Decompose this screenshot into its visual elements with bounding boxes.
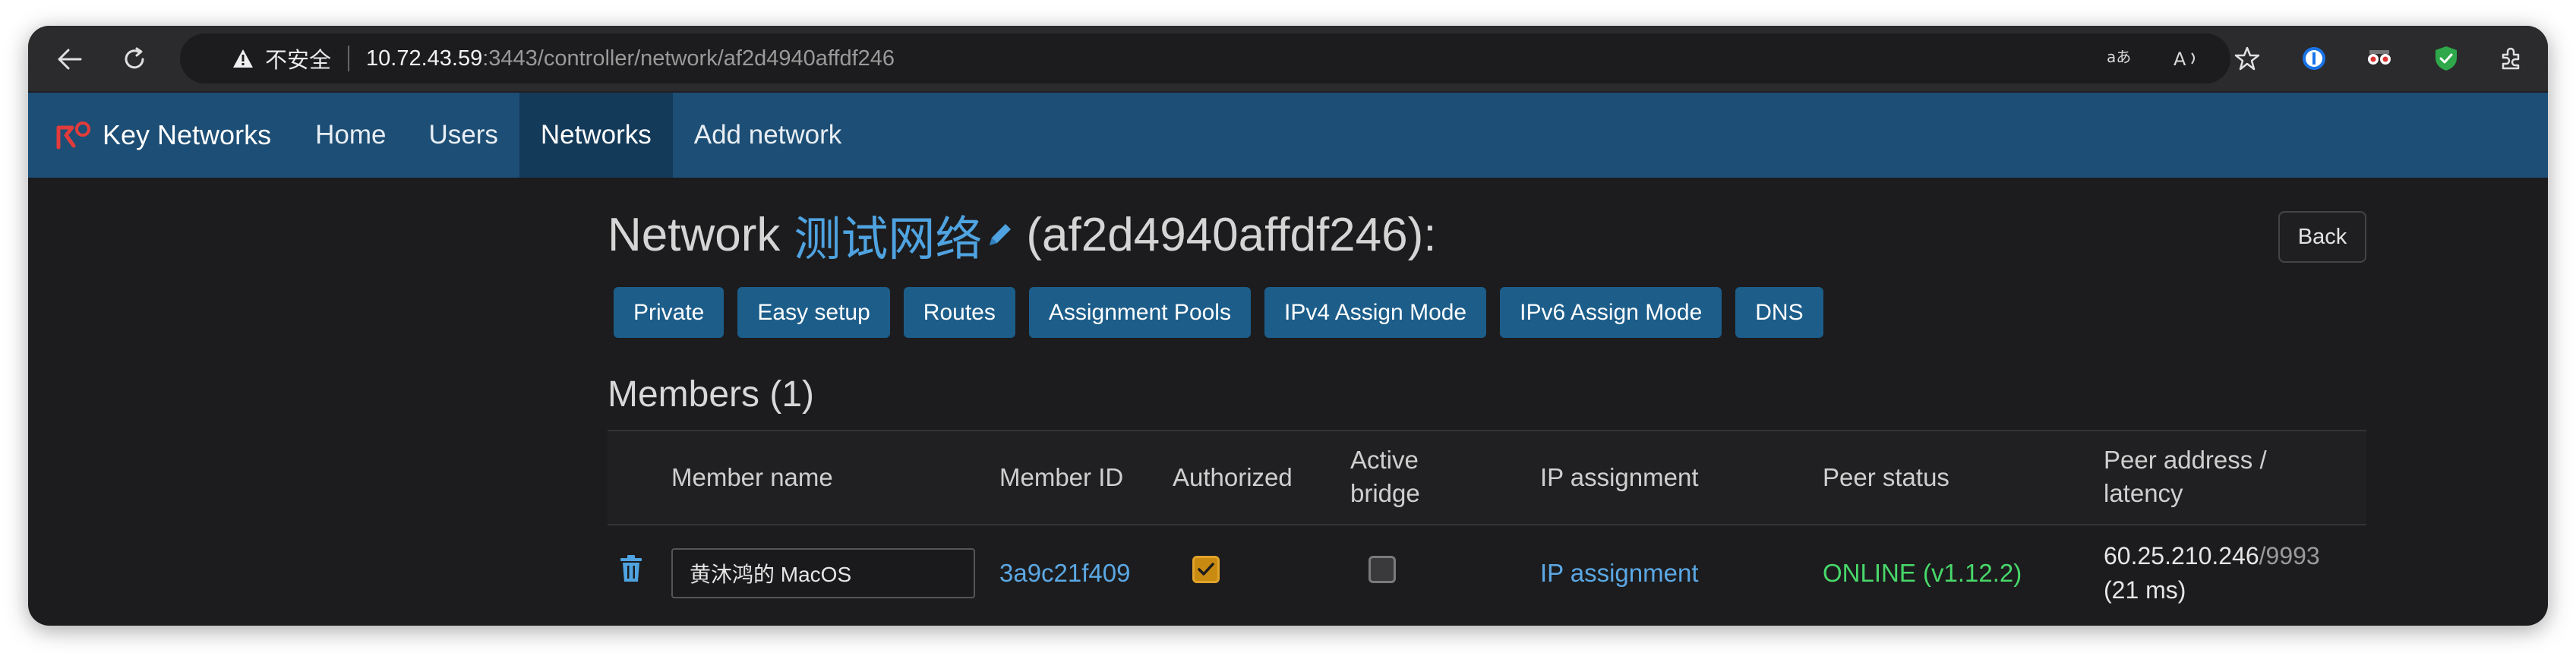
brand-logo-icon bbox=[56, 121, 90, 150]
browser-window: 不安全 10.72.43.59 :3443/controller/network… bbox=[28, 26, 2548, 626]
title-prefix: Network bbox=[608, 208, 781, 261]
nav-home[interactable]: Home bbox=[294, 93, 407, 178]
read-aloud-icon[interactable]: A bbox=[2170, 42, 2203, 75]
peer-port: /9993 bbox=[2259, 542, 2320, 569]
back-arrow-icon[interactable] bbox=[52, 43, 86, 76]
ip-assignment-link[interactable]: IP assignment bbox=[1540, 559, 1699, 588]
peer-address: 60.25.210.246/9993 (21 ms) bbox=[2104, 539, 2320, 607]
easy-setup-button[interactable]: Easy setup bbox=[737, 287, 890, 338]
extension-icon[interactable] bbox=[2363, 42, 2396, 75]
shield-icon[interactable] bbox=[2429, 42, 2463, 75]
header-peer-address-line1: Peer address / bbox=[2104, 446, 2267, 474]
svg-text:aあ: aあ bbox=[2107, 48, 2131, 66]
members-heading: Members (1) bbox=[608, 374, 815, 415]
header-active-bridge: Active bridge bbox=[1350, 443, 1420, 510]
brand-name[interactable]: Key Networks bbox=[103, 119, 271, 151]
url-host[interactable]: 10.72.43.59 bbox=[366, 46, 482, 71]
insecure-label[interactable]: 不安全 bbox=[265, 43, 331, 74]
nav-add-network[interactable]: Add network bbox=[673, 93, 863, 178]
member-name-input[interactable]: 黄沐鸿的 MacOS bbox=[671, 548, 975, 598]
puzzle-icon[interactable] bbox=[2495, 42, 2528, 75]
star-icon[interactable] bbox=[2230, 42, 2264, 75]
onepassword-icon[interactable] bbox=[2297, 42, 2331, 75]
assignment-pools-button[interactable]: Assignment Pools bbox=[1028, 287, 1251, 338]
ipv6-assign-mode-button[interactable]: IPv6 Assign Mode bbox=[1500, 287, 1722, 338]
reload-icon[interactable] bbox=[118, 43, 151, 76]
ipv4-assign-mode-button[interactable]: IPv4 Assign Mode bbox=[1264, 287, 1487, 338]
routes-button[interactable]: Routes bbox=[903, 287, 1015, 338]
member-id-link[interactable]: 3a9c21f409 bbox=[999, 559, 1131, 588]
network-actions: Private Easy setup Routes Assignment Poo… bbox=[614, 287, 1823, 338]
header-peer-address-line2: latency bbox=[2104, 479, 2183, 507]
brand[interactable]: Key Networks bbox=[55, 93, 271, 178]
private-button[interactable]: Private bbox=[614, 287, 724, 338]
network-id: (af2d4940affdf246): bbox=[1026, 208, 1437, 261]
network-name[interactable]: 测试网络 bbox=[794, 200, 982, 269]
page-title: Network 测试网络 (af2d4940affdf246): bbox=[608, 200, 1436, 269]
address-bar[interactable]: 不安全 10.72.43.59 :3443/controller/network… bbox=[180, 33, 2230, 84]
dns-button[interactable]: DNS bbox=[1735, 287, 1823, 338]
translate-icon[interactable]: aあ bbox=[2104, 42, 2138, 75]
peer-ip: 60.25.210.246 bbox=[2104, 542, 2259, 569]
header-active-bridge-line1: Active bbox=[1350, 446, 1419, 474]
checkbox-unchecked-icon[interactable] bbox=[1368, 556, 1396, 583]
nav-users[interactable]: Users bbox=[407, 93, 519, 178]
browser-toolbar: 不安全 10.72.43.59 :3443/controller/network… bbox=[28, 26, 2548, 93]
back-button[interactable]: Back bbox=[2278, 211, 2366, 263]
header-peer-address: Peer address / latency bbox=[2104, 443, 2267, 510]
address-separator bbox=[348, 46, 350, 71]
peer-status-badge: ONLINE (v1.12.2) bbox=[1823, 559, 2022, 587]
edit-pencil-icon[interactable] bbox=[985, 219, 1015, 250]
active-bridge-checkbox[interactable] bbox=[1368, 556, 1396, 583]
header-authorized: Authorized bbox=[1173, 463, 1293, 491]
title-row: Network 测试网络 (af2d4940affdf246): Back bbox=[608, 200, 2366, 266]
nav-networks[interactable]: Networks bbox=[519, 93, 673, 178]
header-ip-assignment: IP assignment bbox=[1540, 463, 1699, 491]
header-peer-status: Peer status bbox=[1823, 463, 1949, 491]
warning-icon[interactable] bbox=[232, 48, 254, 69]
table-row: 黄沐鸿的 MacOS 3a9c21f409 IP assignment ONLI… bbox=[608, 525, 2366, 609]
header-member-id: Member ID bbox=[999, 463, 1124, 491]
table-header: Member name Member ID Authorized Active … bbox=[608, 430, 2366, 525]
app-navbar: Key Networks Home Users Networks Add net… bbox=[28, 93, 2548, 178]
members-table: Member name Member ID Authorized Active … bbox=[608, 430, 2366, 609]
peer-latency: (21 ms) bbox=[2104, 576, 2186, 604]
header-member-name: Member name bbox=[671, 463, 833, 491]
header-active-bridge-line2: bridge bbox=[1350, 479, 1420, 507]
delete-trash-icon[interactable] bbox=[618, 554, 644, 587]
url-path[interactable]: :3443/controller/network/af2d4940affdf24… bbox=[482, 46, 895, 71]
svg-text:A: A bbox=[2174, 49, 2186, 70]
authorized-checkbox[interactable] bbox=[1192, 556, 1220, 583]
checkbox-checked-icon[interactable] bbox=[1192, 556, 1220, 583]
